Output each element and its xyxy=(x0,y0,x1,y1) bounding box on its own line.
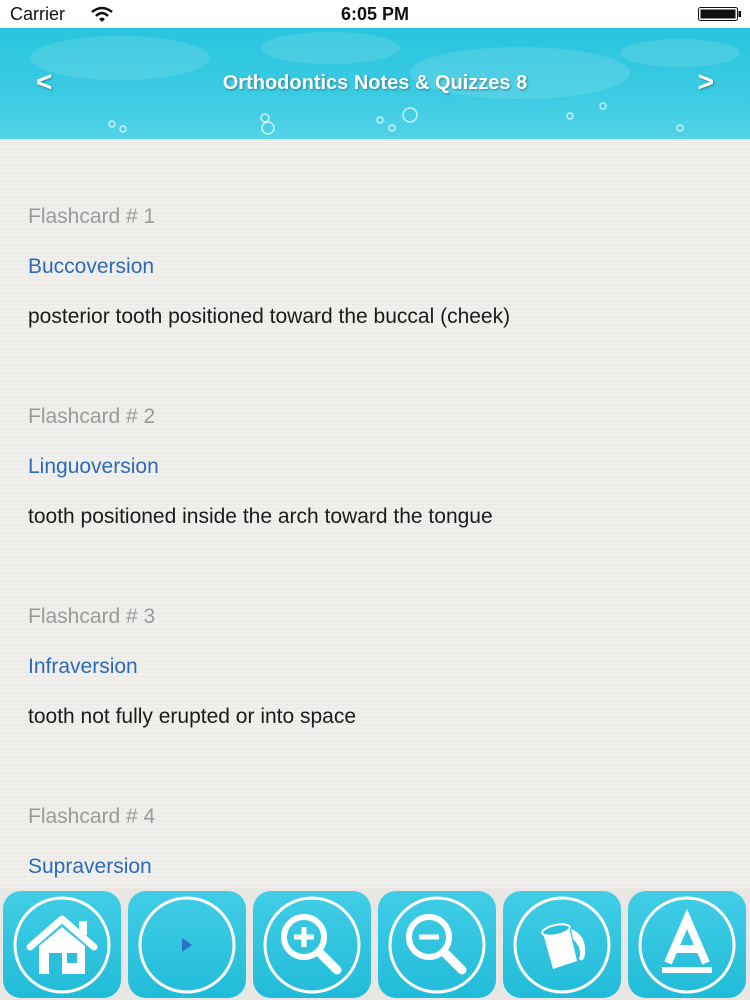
status-time: 6:05 PM xyxy=(340,4,410,24)
zoom-in-button[interactable] xyxy=(253,891,371,998)
flashcard-item: Flashcard # 1 Buccoversion posterior too… xyxy=(28,205,510,335)
flashcard-list[interactable]: Flashcard # 1 Buccoversion posterior too… xyxy=(0,139,750,889)
paint-bucket-icon xyxy=(513,896,611,994)
theme-color-button[interactable] xyxy=(503,891,621,998)
page-title: Orthodontics Notes & Quizzes 8 xyxy=(222,72,528,94)
flashcard-term: Linguoversion xyxy=(28,455,159,478)
flashcard-definition: tooth positioned inside the arch toward … xyxy=(28,505,493,528)
font-icon xyxy=(638,896,736,994)
font-size-button[interactable] xyxy=(628,891,746,998)
flashcard-term: Infraversion xyxy=(28,655,138,678)
flashcard-item: Flashcard # 4 Supraversion xyxy=(28,805,155,889)
bottom-toolbar xyxy=(0,889,750,1000)
nav-bar: < Orthodontics Notes & Quizzes 8 > xyxy=(0,28,750,139)
battery-icon xyxy=(698,7,741,21)
zoom-in-icon xyxy=(263,896,361,994)
flashcard-number: Flashcard # 3 xyxy=(28,605,156,628)
forward-button[interactable]: > xyxy=(698,66,714,98)
flashcard-term: Buccoversion xyxy=(28,255,155,278)
flashcard-number: Flashcard # 1 xyxy=(28,205,156,228)
flashcard-number: Flashcard # 4 xyxy=(28,805,156,828)
flashcard-definition: tooth not fully erupted or into space xyxy=(28,705,357,728)
flashcard-term: Supraversion xyxy=(28,855,152,878)
zoom-out-icon xyxy=(388,896,486,994)
home-icon xyxy=(13,896,111,994)
play-button[interactable] xyxy=(128,891,246,998)
home-button[interactable] xyxy=(3,891,121,998)
flashcard-item: Flashcard # 2 Linguoversion tooth positi… xyxy=(28,405,493,535)
zoom-out-button[interactable] xyxy=(378,891,496,998)
flashcard-number: Flashcard # 2 xyxy=(28,405,156,428)
play-icon xyxy=(138,896,236,994)
status-bar: Carrier 6:05 PM xyxy=(0,0,750,28)
flashcard-definition: posterior tooth positioned toward the bu… xyxy=(28,305,511,328)
flashcard-item: Flashcard # 3 Infraversion tooth not ful… xyxy=(28,605,356,735)
